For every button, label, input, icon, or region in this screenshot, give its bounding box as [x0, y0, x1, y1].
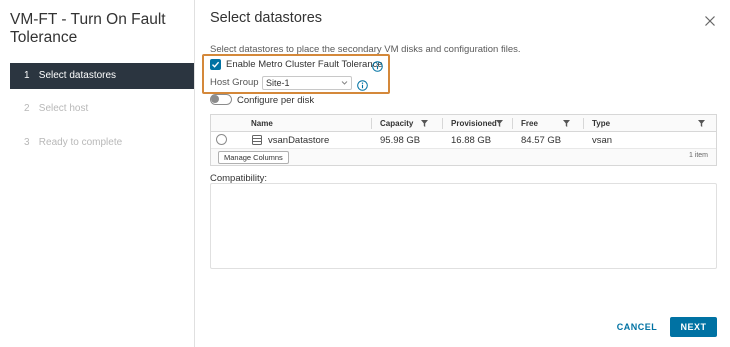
- column-separator: [371, 118, 372, 129]
- check-icon: [212, 61, 220, 68]
- step-label: Select datastores: [38, 70, 117, 81]
- filter-icon[interactable]: [698, 120, 705, 127]
- metro-cluster-checkbox[interactable]: [210, 59, 221, 70]
- column-header-type[interactable]: Type: [592, 115, 610, 132]
- host-group-label: Host Group: [210, 77, 259, 88]
- host-group-select[interactable]: Site-1: [262, 76, 352, 90]
- column-header-free[interactable]: Free: [521, 115, 538, 132]
- filter-icon[interactable]: [496, 120, 503, 127]
- filter-icon[interactable]: [421, 120, 428, 127]
- configure-per-disk-toggle[interactable]: [210, 94, 232, 105]
- cell-free: 84.57 GB: [521, 135, 562, 146]
- step-number: 3: [24, 137, 30, 148]
- step-ready-to-complete: 3 Ready to complete: [10, 130, 194, 156]
- step-label: Select host: [38, 103, 89, 114]
- column-separator: [442, 118, 443, 129]
- item-count: 1 item: [688, 152, 708, 159]
- column-header-capacity[interactable]: Capacity: [380, 115, 413, 132]
- step-select-datastores[interactable]: 1 Select datastores: [10, 63, 194, 89]
- close-icon[interactable]: [702, 13, 718, 29]
- cell-capacity: 95.98 GB: [380, 135, 421, 146]
- step-select-host: 2 Select host: [10, 96, 194, 122]
- column-header-name[interactable]: Name: [251, 115, 273, 132]
- info-icon[interactable]: [357, 78, 368, 91]
- compatibility-panel: [210, 183, 717, 269]
- wizard-sidebar: VM-FT - Turn On Fault Tolerance 1 Select…: [0, 0, 195, 347]
- datastore-grid: Name Capacity Provisioned Free Type vsan…: [210, 114, 717, 166]
- metro-cluster-label: Enable Metro Cluster Fault Tolerance: [226, 59, 383, 70]
- chevron-down-icon: [341, 81, 348, 85]
- cell-provisioned: 16.88 GB: [451, 135, 492, 146]
- cell-type: vsan: [592, 135, 613, 146]
- filter-icon[interactable]: [563, 120, 570, 127]
- column-separator: [512, 118, 513, 129]
- step-number: 2: [24, 103, 30, 114]
- info-icon[interactable]: [372, 59, 383, 72]
- host-group-value: Site-1: [266, 78, 290, 88]
- cancel-button[interactable]: CANCEL: [614, 317, 660, 337]
- step-label: Ready to complete: [38, 137, 123, 148]
- datastore-icon: [252, 135, 262, 145]
- column-header-provisioned[interactable]: Provisioned: [451, 115, 497, 132]
- toggle-knob: [211, 95, 219, 103]
- row-select-radio[interactable]: [216, 134, 227, 145]
- page-title: Select datastores: [210, 10, 323, 26]
- wizard-title: VM-FT - Turn On Fault Tolerance: [10, 11, 166, 46]
- cell-name: vsanDatastore: [268, 135, 330, 146]
- grid-footer: Manage Columns 1 item: [211, 149, 716, 165]
- grid-header: Name Capacity Provisioned Free Type: [211, 115, 716, 132]
- configure-per-disk-label: Configure per disk: [237, 95, 315, 106]
- next-button[interactable]: NEXT: [670, 317, 717, 337]
- manage-columns-button[interactable]: Manage Columns: [218, 151, 289, 164]
- column-separator: [583, 118, 584, 129]
- step-number: 1: [24, 70, 30, 81]
